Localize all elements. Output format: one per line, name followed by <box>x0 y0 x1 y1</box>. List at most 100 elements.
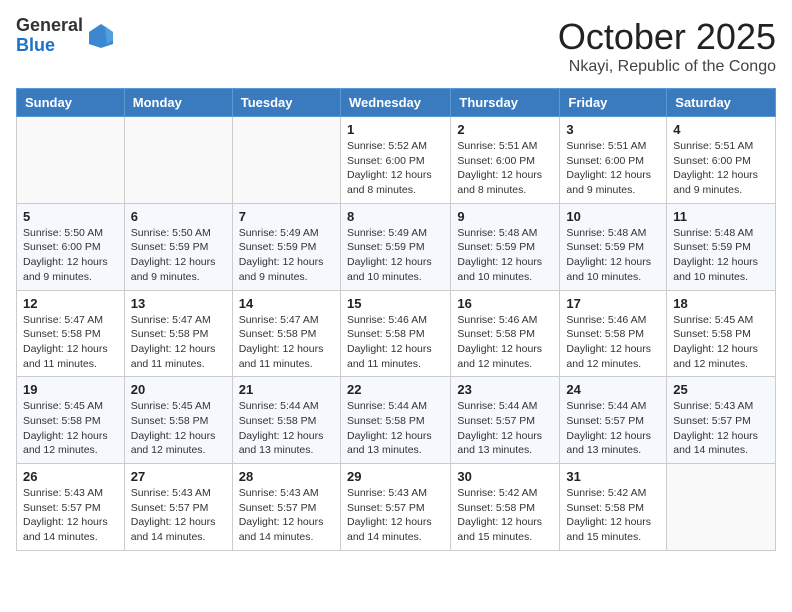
cell-date-number: 17 <box>566 296 660 311</box>
calendar-cell: 2Sunrise: 5:51 AMSunset: 6:00 PMDaylight… <box>451 117 560 204</box>
page-header: General Blue October 2025 Nkayi, Republi… <box>16 16 776 76</box>
cell-date-number: 22 <box>347 382 444 397</box>
calendar-cell <box>124 117 232 204</box>
cell-info: Sunrise: 5:49 AMSunset: 5:59 PMDaylight:… <box>239 226 334 285</box>
day-header-friday: Friday <box>560 89 667 117</box>
cell-info: Sunrise: 5:47 AMSunset: 5:58 PMDaylight:… <box>23 313 118 372</box>
cell-info: Sunrise: 5:45 AMSunset: 5:58 PMDaylight:… <box>131 399 226 458</box>
calendar-header-row: SundayMondayTuesdayWednesdayThursdayFrid… <box>17 89 776 117</box>
calendar-cell: 28Sunrise: 5:43 AMSunset: 5:57 PMDayligh… <box>232 464 340 551</box>
calendar-cell: 29Sunrise: 5:43 AMSunset: 5:57 PMDayligh… <box>340 464 450 551</box>
cell-info: Sunrise: 5:45 AMSunset: 5:58 PMDaylight:… <box>23 399 118 458</box>
calendar-cell: 23 Sunrise: 5:44 AMSunset: 5:57 PMDayligh… <box>451 377 560 464</box>
cell-info: Sunrise: 5:45 AMSunset: 5:58 PMDaylight:… <box>673 313 769 372</box>
calendar-table: SundayMondayTuesdayWednesdayThursdayFrid… <box>16 88 776 551</box>
cell-date-number: 18 <box>673 296 769 311</box>
cell-date-number: 21 <box>239 382 334 397</box>
cell-info: Sunrise: 5:51 AMSunset: 6:00 PMDaylight:… <box>457 139 553 198</box>
cell-date-number: 24 <box>566 382 660 397</box>
cell-info: Sunrise: 5:42 AMSunset: 5:58 PMDaylight:… <box>566 486 660 545</box>
day-header-sunday: Sunday <box>17 89 125 117</box>
calendar-cell: 14 Sunrise: 5:47 AMSunset: 5:58 PMDayligh… <box>232 290 340 377</box>
cell-date-number: 6 <box>131 209 226 224</box>
cell-info: Sunrise: 5:51 AMSunset: 6:00 PMDaylight:… <box>673 139 769 198</box>
calendar-cell: 8 Sunrise: 5:49 AMSunset: 5:59 PMDaylight… <box>340 203 450 290</box>
cell-info: Sunrise: 5:46 AMSunset: 5:58 PMDaylight:… <box>566 313 660 372</box>
cell-date-number: 16 <box>457 296 553 311</box>
page-subtitle: Nkayi, Republic of the Congo <box>558 58 776 76</box>
page-title: October 2025 <box>558 16 776 58</box>
calendar-cell: 27 Sunrise: 5:43 AMSunset: 5:57 PMDayligh… <box>124 464 232 551</box>
cell-date-number: 23 <box>457 382 553 397</box>
day-header-tuesday: Tuesday <box>232 89 340 117</box>
calendar-cell <box>667 464 776 551</box>
calendar-cell <box>232 117 340 204</box>
cell-date-number: 29 <box>347 469 444 484</box>
calendar-week-row: 1 Sunrise: 5:52 AMSunset: 6:00 PMDaylight… <box>17 117 776 204</box>
calendar-cell: 6 Sunrise: 5:50 AMSunset: 5:59 PMDaylight… <box>124 203 232 290</box>
calendar-cell: 12 Sunrise: 5:47 AMSunset: 5:58 PMDayligh… <box>17 290 125 377</box>
cell-date-number: 25 <box>673 382 769 397</box>
calendar-cell: 5Sunrise: 5:50 AMSunset: 6:00 PMDaylight… <box>17 203 125 290</box>
cell-info: Sunrise: 5:47 AMSunset: 5:58 PMDaylight:… <box>131 313 226 372</box>
calendar-week-row: 19 Sunrise: 5:45 AMSunset: 5:58 PMDayligh… <box>17 377 776 464</box>
cell-date-number: 10 <box>566 209 660 224</box>
cell-info: Sunrise: 5:44 AMSunset: 5:58 PMDaylight:… <box>347 399 444 458</box>
cell-date-number: 3 <box>566 122 660 137</box>
logo-icon <box>87 22 115 50</box>
logo-blue-text: Blue <box>16 36 83 56</box>
cell-date-number: 8 <box>347 209 444 224</box>
cell-info: Sunrise: 5:43 AMSunset: 5:57 PMDaylight:… <box>239 486 334 545</box>
cell-info: Sunrise: 5:46 AMSunset: 5:58 PMDaylight:… <box>347 313 444 372</box>
calendar-cell: 11 Sunrise: 5:48 AMSunset: 5:59 PMDayligh… <box>667 203 776 290</box>
calendar-cell: 15 Sunrise: 5:46 AMSunset: 5:58 PMDayligh… <box>340 290 450 377</box>
calendar-cell: 21 Sunrise: 5:44 AMSunset: 5:58 PMDayligh… <box>232 377 340 464</box>
calendar-cell: 26 Sunrise: 5:43 AMSunset: 5:57 PMDayligh… <box>17 464 125 551</box>
cell-info: Sunrise: 5:48 AMSunset: 5:59 PMDaylight:… <box>457 226 553 285</box>
cell-info: Sunrise: 5:50 AMSunset: 5:59 PMDaylight:… <box>131 226 226 285</box>
cell-date-number: 13 <box>131 296 226 311</box>
cell-date-number: 1 <box>347 122 444 137</box>
calendar-cell: 25Sunrise: 5:43 AMSunset: 5:57 PMDayligh… <box>667 377 776 464</box>
cell-info: Sunrise: 5:46 AMSunset: 5:58 PMDaylight:… <box>457 313 553 372</box>
cell-info: Sunrise: 5:49 AMSunset: 5:59 PMDaylight:… <box>347 226 444 285</box>
cell-info: Sunrise: 5:43 AMSunset: 5:57 PMDaylight:… <box>23 486 118 545</box>
cell-date-number: 11 <box>673 209 769 224</box>
calendar-cell: 1 Sunrise: 5:52 AMSunset: 6:00 PMDaylight… <box>340 117 450 204</box>
cell-info: Sunrise: 5:43 AMSunset: 5:57 PMDaylight:… <box>131 486 226 545</box>
calendar-cell: 4 Sunrise: 5:51 AMSunset: 6:00 PMDaylight… <box>667 117 776 204</box>
cell-info: Sunrise: 5:47 AMSunset: 5:58 PMDaylight:… <box>239 313 334 372</box>
logo: General Blue <box>16 16 115 56</box>
day-header-saturday: Saturday <box>667 89 776 117</box>
cell-date-number: 26 <box>23 469 118 484</box>
calendar-cell: 3 Sunrise: 5:51 AMSunset: 6:00 PMDaylight… <box>560 117 667 204</box>
title-block: October 2025 Nkayi, Republic of the Cong… <box>558 16 776 76</box>
cell-date-number: 27 <box>131 469 226 484</box>
calendar-cell: 20Sunrise: 5:45 AMSunset: 5:58 PMDayligh… <box>124 377 232 464</box>
cell-date-number: 5 <box>23 209 118 224</box>
cell-date-number: 7 <box>239 209 334 224</box>
cell-info: Sunrise: 5:44 AMSunset: 5:57 PMDaylight:… <box>566 399 660 458</box>
logo-general-text: General <box>16 16 83 36</box>
calendar-cell: 10 Sunrise: 5:48 AMSunset: 5:59 PMDayligh… <box>560 203 667 290</box>
cell-date-number: 30 <box>457 469 553 484</box>
cell-date-number: 4 <box>673 122 769 137</box>
cell-date-number: 14 <box>239 296 334 311</box>
cell-date-number: 19 <box>23 382 118 397</box>
calendar-cell: 19 Sunrise: 5:45 AMSunset: 5:58 PMDayligh… <box>17 377 125 464</box>
cell-info: Sunrise: 5:48 AMSunset: 5:59 PMDaylight:… <box>566 226 660 285</box>
calendar-cell: 30Sunrise: 5:42 AMSunset: 5:58 PMDayligh… <box>451 464 560 551</box>
cell-info: Sunrise: 5:44 AMSunset: 5:57 PMDaylight:… <box>457 399 553 458</box>
calendar-cell: 18 Sunrise: 5:45 AMSunset: 5:58 PMDayligh… <box>667 290 776 377</box>
calendar-week-row: 26 Sunrise: 5:43 AMSunset: 5:57 PMDayligh… <box>17 464 776 551</box>
cell-info: Sunrise: 5:44 AMSunset: 5:58 PMDaylight:… <box>239 399 334 458</box>
calendar-week-row: 5Sunrise: 5:50 AMSunset: 6:00 PMDaylight… <box>17 203 776 290</box>
cell-info: Sunrise: 5:51 AMSunset: 6:00 PMDaylight:… <box>566 139 660 198</box>
calendar-cell: 22 Sunrise: 5:44 AMSunset: 5:58 PMDayligh… <box>340 377 450 464</box>
cell-info: Sunrise: 5:52 AMSunset: 6:00 PMDaylight:… <box>347 139 444 198</box>
cell-info: Sunrise: 5:48 AMSunset: 5:59 PMDaylight:… <box>673 226 769 285</box>
cell-date-number: 12 <box>23 296 118 311</box>
calendar-cell: 17 Sunrise: 5:46 AMSunset: 5:58 PMDayligh… <box>560 290 667 377</box>
calendar-cell: 13 Sunrise: 5:47 AMSunset: 5:58 PMDayligh… <box>124 290 232 377</box>
cell-date-number: 15 <box>347 296 444 311</box>
